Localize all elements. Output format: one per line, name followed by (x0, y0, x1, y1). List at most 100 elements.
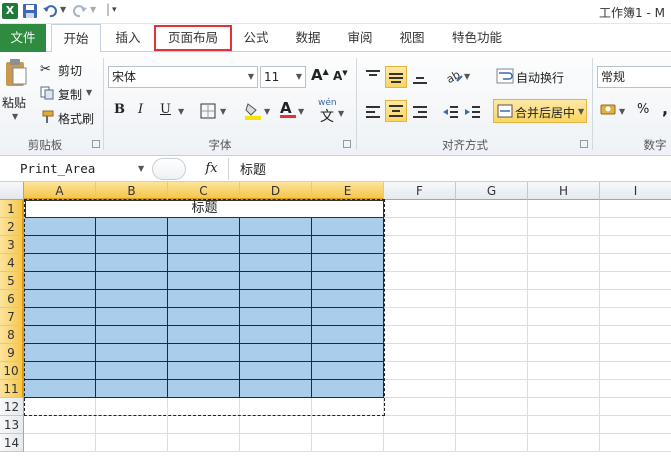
cell-i12[interactable] (600, 398, 671, 416)
font-color-dropdown-icon[interactable]: ▼ (298, 107, 304, 116)
cell-c8[interactable] (168, 326, 240, 344)
cell-h14[interactable] (528, 434, 600, 452)
cell-g5[interactable] (456, 272, 528, 290)
cell-c5[interactable] (168, 272, 240, 290)
alignment-launcher[interactable] (580, 140, 588, 148)
cell-d14[interactable] (240, 434, 312, 452)
cell-g2[interactable] (456, 218, 528, 236)
undo-icon[interactable] (42, 3, 58, 19)
row-header-14[interactable]: 14 (0, 434, 24, 452)
border-icon[interactable] (200, 103, 216, 119)
column-header-g[interactable]: G (456, 182, 528, 200)
cell-e5[interactable] (312, 272, 384, 290)
phonetic-dropdown-icon[interactable]: ▼ (338, 109, 344, 118)
cell-a4[interactable] (24, 254, 96, 272)
redo-dropdown-icon[interactable]: ▼ (90, 5, 96, 14)
cell-i10[interactable] (600, 362, 671, 380)
cell-h6[interactable] (528, 290, 600, 308)
cell-h7[interactable] (528, 308, 600, 326)
phonetic-icon[interactable]: 文 (320, 106, 334, 126)
tab-view[interactable]: 视图 (392, 24, 432, 52)
align-middle-button[interactable] (385, 66, 407, 88)
cell-c2[interactable] (168, 218, 240, 236)
name-box[interactable]: Print_Area (0, 158, 150, 180)
cell-g11[interactable] (456, 380, 528, 398)
row-header-8[interactable]: 8 (0, 326, 24, 344)
cell-a12[interactable] (24, 398, 96, 416)
cell-a6[interactable] (24, 290, 96, 308)
cell-f13[interactable] (384, 416, 456, 434)
cell-b10[interactable] (96, 362, 168, 380)
cell-f7[interactable] (384, 308, 456, 326)
cut-button[interactable]: 剪切 (58, 62, 82, 79)
cell-d2[interactable] (240, 218, 312, 236)
cell-h13[interactable] (528, 416, 600, 434)
cell-g14[interactable] (456, 434, 528, 452)
row-header-4[interactable]: 4 (0, 254, 24, 272)
cell-d5[interactable] (240, 272, 312, 290)
tab-home[interactable]: 开始 (51, 24, 101, 53)
cell-b2[interactable] (96, 218, 168, 236)
cell-i1[interactable] (600, 200, 671, 218)
cell-f10[interactable] (384, 362, 456, 380)
copy-dropdown-icon[interactable]: ▼ (86, 88, 92, 97)
cell-i13[interactable] (600, 416, 671, 434)
cell-g10[interactable] (456, 362, 528, 380)
cell-e6[interactable] (312, 290, 384, 308)
cell-e12[interactable] (312, 398, 384, 416)
tab-insert[interactable]: 插入 (106, 24, 150, 52)
cell-c6[interactable] (168, 290, 240, 308)
cell-e9[interactable] (312, 344, 384, 362)
number-format-combo[interactable]: 常规 (597, 66, 671, 88)
cell-i11[interactable] (600, 380, 671, 398)
cell-g8[interactable] (456, 326, 528, 344)
cell-c9[interactable] (168, 344, 240, 362)
cell-g9[interactable] (456, 344, 528, 362)
name-box-dropdown-icon[interactable]: ▼ (138, 164, 144, 173)
font-size-combo[interactable]: 11 ▼ (260, 66, 306, 88)
cell-b3[interactable] (96, 236, 168, 254)
cell-f14[interactable] (384, 434, 456, 452)
increase-font-button[interactable]: A▲ (311, 66, 329, 84)
cell-d13[interactable] (240, 416, 312, 434)
tab-formulas[interactable]: 公式 (236, 24, 276, 52)
cell-a11[interactable] (24, 380, 96, 398)
cell-g7[interactable] (456, 308, 528, 326)
cell-c7[interactable] (168, 308, 240, 326)
row-header-6[interactable]: 6 (0, 290, 24, 308)
cell-g13[interactable] (456, 416, 528, 434)
cell-h12[interactable] (528, 398, 600, 416)
orientation-icon[interactable]: ab (444, 66, 464, 86)
select-all-corner[interactable] (0, 182, 24, 200)
row-header-2[interactable]: 2 (0, 218, 24, 236)
cell-f9[interactable] (384, 344, 456, 362)
row-header-12[interactable]: 12 (0, 398, 24, 416)
cell-h1[interactable] (528, 200, 600, 218)
cell-d12[interactable] (240, 398, 312, 416)
align-center-button[interactable] (385, 100, 407, 122)
cell-b8[interactable] (96, 326, 168, 344)
cell-f4[interactable] (384, 254, 456, 272)
cell-h4[interactable] (528, 254, 600, 272)
comma-button[interactable]: , (662, 99, 668, 118)
cell-f6[interactable] (384, 290, 456, 308)
cell-c14[interactable] (168, 434, 240, 452)
row-header-1[interactable]: 1 (0, 200, 24, 218)
cell-b6[interactable] (96, 290, 168, 308)
cell-b14[interactable] (96, 434, 168, 452)
cell-i3[interactable] (600, 236, 671, 254)
row-header-13[interactable]: 13 (0, 416, 24, 434)
cell-e11[interactable] (312, 380, 384, 398)
merge-center-button[interactable]: 合并后居中 ▼ (493, 99, 587, 123)
cell-f2[interactable] (384, 218, 456, 236)
cell-d10[interactable] (240, 362, 312, 380)
cell-i8[interactable] (600, 326, 671, 344)
column-header-d[interactable]: D (240, 182, 312, 200)
row-header-7[interactable]: 7 (0, 308, 24, 326)
cell-a13[interactable] (24, 416, 96, 434)
title-cell[interactable]: 标题 (25, 200, 384, 218)
align-top-icon[interactable] (364, 68, 382, 84)
cell-f5[interactable] (384, 272, 456, 290)
cell-b12[interactable] (96, 398, 168, 416)
bold-button[interactable]: B (114, 102, 125, 117)
